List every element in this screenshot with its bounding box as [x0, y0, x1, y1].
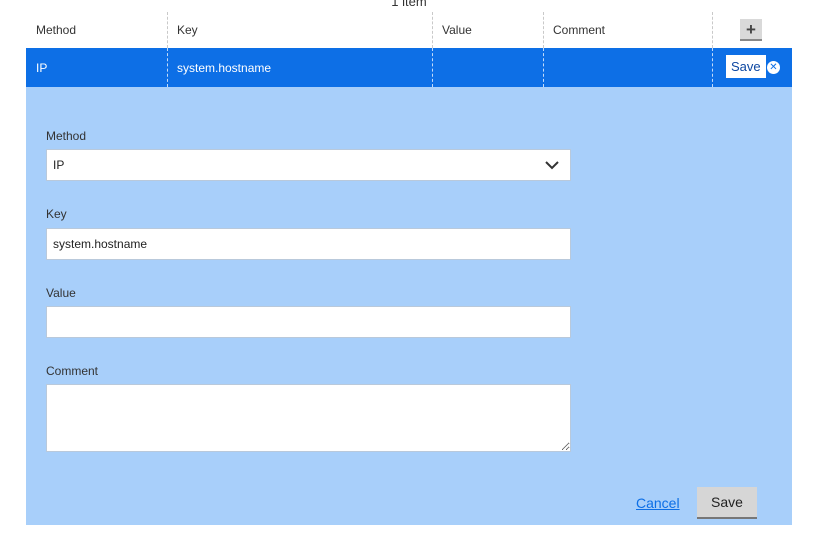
comment-textarea[interactable]: [46, 384, 571, 452]
cancel-link[interactable]: Cancel: [636, 495, 680, 511]
value-input[interactable]: [46, 306, 571, 338]
key-input[interactable]: [46, 228, 571, 260]
cell-value: [432, 48, 543, 87]
row-save-button[interactable]: Save: [726, 55, 766, 78]
table-row[interactable]: IP system.hostname Save ✕: [26, 48, 792, 87]
method-label: Method: [46, 129, 87, 143]
column-header-value[interactable]: Value: [432, 12, 543, 48]
column-divider: [712, 12, 713, 48]
chevron-down-icon: [545, 161, 559, 170]
add-row-button[interactable]: +: [740, 19, 762, 41]
column-header-method[interactable]: Method: [26, 12, 167, 48]
value-label: Value: [46, 286, 76, 300]
key-label: Key: [46, 207, 67, 221]
comment-label: Comment: [46, 364, 99, 378]
edit-form: Method IP Key Value Comment Cancel Save: [26, 87, 792, 525]
close-circle-icon[interactable]: ✕: [767, 61, 780, 74]
save-button[interactable]: Save: [697, 487, 757, 519]
cell-method: IP: [36, 60, 48, 75]
item-count: 1 item: [391, 0, 427, 9]
cell-comment: [543, 48, 712, 87]
column-divider: [712, 48, 713, 87]
method-select[interactable]: IP: [46, 149, 571, 181]
cell-key: system.hostname: [177, 60, 272, 75]
table-header: Method Key Value Comment +: [26, 12, 792, 48]
column-header-key[interactable]: Key: [167, 12, 432, 48]
column-header-comment[interactable]: Comment: [543, 12, 712, 48]
method-select-value: IP: [53, 158, 65, 172]
plus-icon: +: [746, 19, 756, 39]
